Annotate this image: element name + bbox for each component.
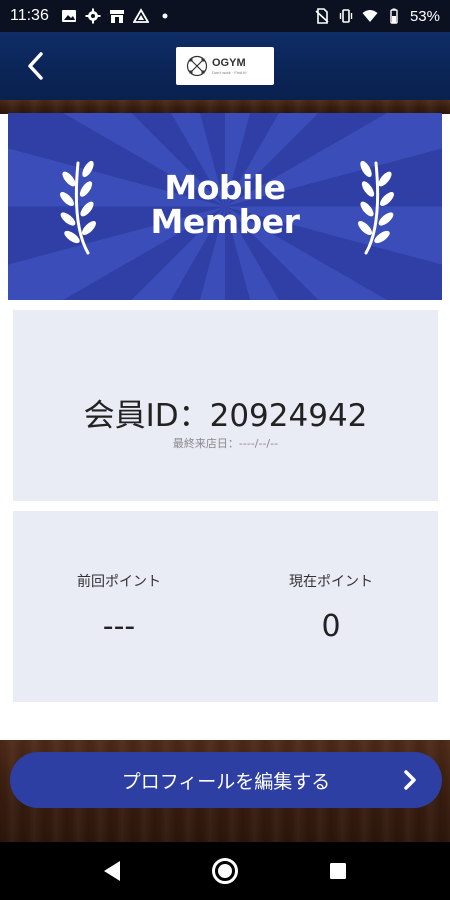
store-icon — [109, 10, 124, 23]
chevron-right-icon — [404, 770, 416, 790]
gym-logo: OGYM Don't work · Find It! — [176, 47, 274, 85]
status-bar: 11:36 53% — [0, 0, 450, 32]
previous-points-value: --- — [102, 609, 136, 644]
previous-points: 前回ポイント --- — [13, 571, 225, 644]
current-points: 現在ポイント 0 — [225, 571, 437, 644]
home-circle-icon — [212, 858, 238, 884]
notification-icons — [61, 8, 173, 24]
member-id-card: 会員ID：20924942 最終来店日：----/--/-- — [13, 310, 438, 501]
system-nav-bar — [0, 842, 450, 900]
no-sim-icon — [315, 8, 329, 24]
banner-title-line1: Mobile — [164, 168, 286, 207]
image-icon — [61, 10, 76, 22]
points-card: 前回ポイント --- 現在ポイント 0 — [13, 511, 438, 702]
chevron-left-icon — [28, 52, 43, 80]
banner-title-line2: Member — [150, 202, 300, 241]
nav-recents-button[interactable] — [324, 857, 352, 885]
battery-icon — [390, 8, 398, 24]
triangle-app-icon — [132, 8, 149, 23]
back-button[interactable] — [16, 48, 56, 84]
nav-home-button[interactable] — [211, 857, 239, 885]
edit-profile-button[interactable]: プロフィールを編集する — [10, 752, 442, 808]
settings-icon — [85, 8, 101, 24]
wood-strip-top — [0, 100, 450, 114]
current-points-value: 0 — [321, 609, 341, 644]
wifi-icon — [362, 10, 378, 22]
logo-text: OGYM Don't work · Find It! — [212, 56, 247, 75]
last-visit-date: 最終来店日：----/--/-- — [172, 437, 279, 450]
vibrate-icon — [339, 9, 353, 23]
system-icons: 53% — [314, 8, 440, 25]
logo-mark-icon — [186, 55, 208, 77]
recents-square-icon — [330, 863, 346, 879]
nav-back-button[interactable] — [98, 857, 126, 885]
previous-points-label: 前回ポイント — [77, 574, 161, 590]
status-time: 11:36 — [10, 7, 49, 24]
app-header: OGYM Don't work · Find It! — [0, 32, 450, 100]
battery-percent: 53% — [409, 7, 440, 25]
banner-title: Mobile Member — [8, 171, 442, 239]
edit-profile-label: プロフィールを編集する — [121, 770, 331, 793]
back-triangle-icon — [104, 861, 120, 881]
member-id: 会員ID：20924942 — [83, 398, 368, 434]
logo-tagline: Don't work · Find It! — [212, 69, 247, 75]
mobile-member-banner: Mobile Member — [8, 113, 442, 300]
member-info-panel: 会員ID：20924942 最終来店日：----/--/-- 前回ポイント --… — [0, 300, 450, 740]
current-points-label: 現在ポイント — [289, 574, 373, 590]
dot-icon — [162, 13, 168, 19]
logo-brand: OGYM — [212, 56, 246, 69]
